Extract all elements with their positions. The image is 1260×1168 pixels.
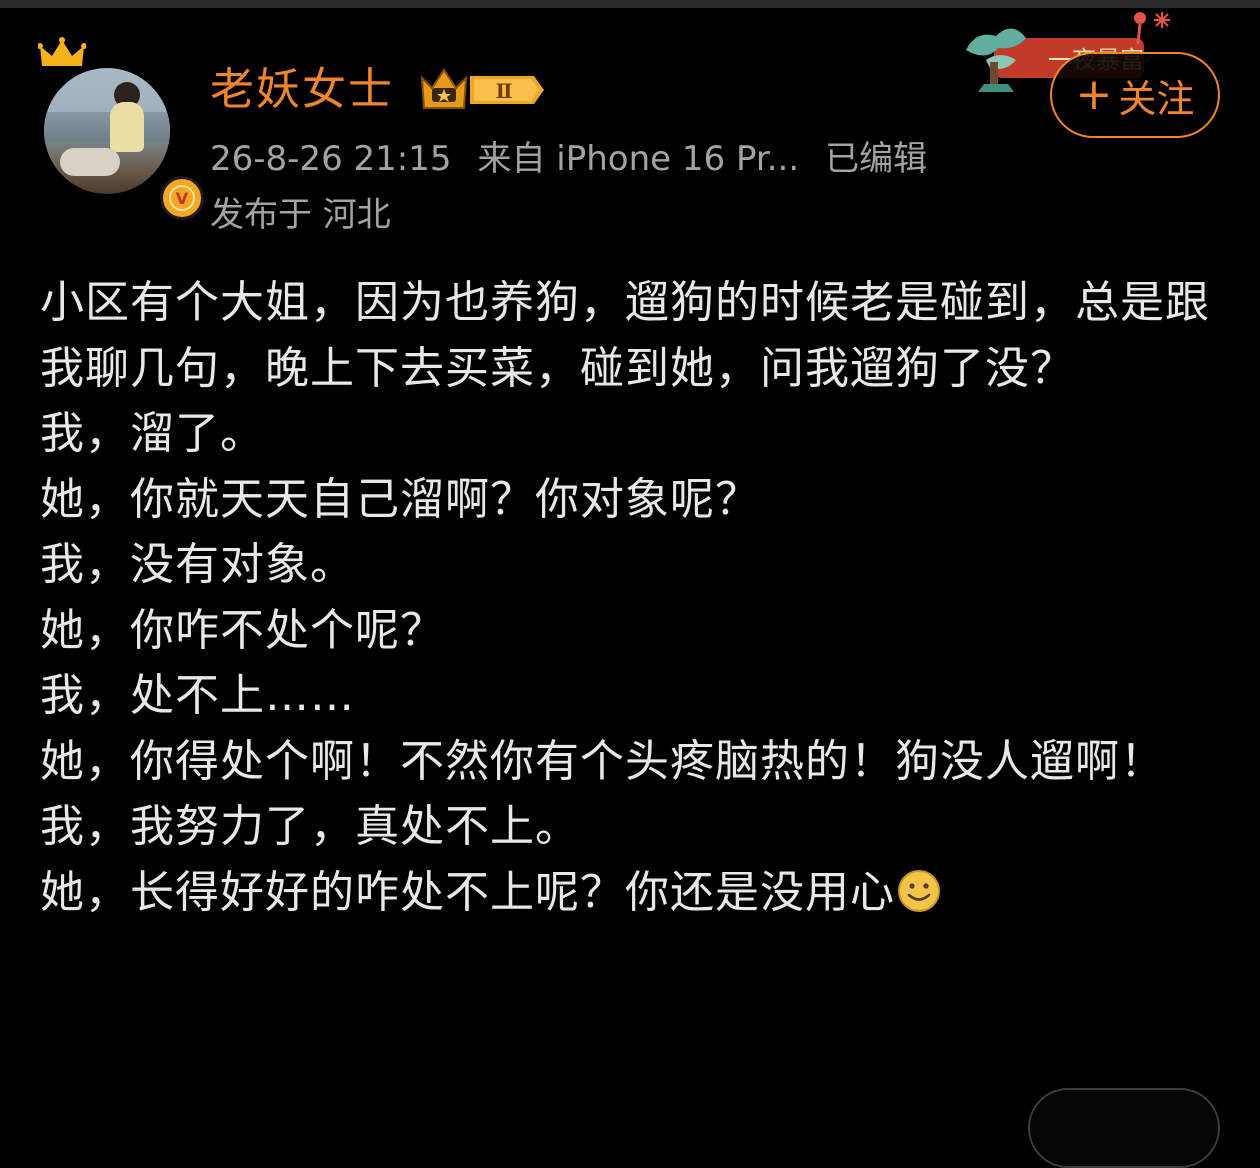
avatar[interactable] [44, 68, 170, 194]
post-line: 我，溜了。 [40, 408, 265, 459]
post-line: 我，我努力了，真处不上。 [40, 801, 580, 852]
svg-text:V: V [176, 189, 189, 208]
avatar-area[interactable]: V [38, 36, 204, 220]
post-line: 我，没有对象。 [40, 539, 355, 590]
post-line: 她，长得好好的咋处不上呢？你还是没用心 [40, 866, 895, 918]
svg-text:Ⅱ: Ⅱ [496, 79, 513, 103]
level-crown-badge-icon: Ⅱ [420, 68, 544, 109]
crown-icon [38, 37, 86, 66]
top-status-strip [0, 0, 1260, 8]
post-line: 我，处不上…… [40, 670, 355, 721]
post-source: 来自 iPhone 16 Pr... [477, 139, 800, 179]
smiley-emoji [898, 869, 940, 912]
post-meta: 26-8-26 21:15 来自 iPhone 16 Pr... 已编辑 [210, 136, 953, 182]
post-location: 发布于 河北 [210, 195, 391, 235]
follow-button[interactable]: + 关注 [1050, 52, 1220, 138]
post-line: 她，你得处个啊！不然你有个头疼脑热的！狗没人遛啊！ [40, 735, 1165, 787]
plus-icon: + [1075, 69, 1113, 120]
edited-label[interactable]: 已编辑 [825, 139, 927, 179]
username[interactable]: 老妖女士 [210, 58, 394, 122]
bottom-action-button[interactable] [1028, 1088, 1220, 1168]
post-line: 小区有个大姐，因为也养狗，遛狗的时候老是碰到，总是跟我聊几句，晚上下去买菜，碰到… [40, 277, 1210, 394]
post-body: 小区有个大姐，因为也养狗，遛狗的时候老是碰到，总是跟我聊几句，晚上下去买菜，碰到… [40, 270, 1230, 925]
follow-label: 关注 [1118, 76, 1195, 121]
post-line-last: 她，长得好好的咋处不上呢？你还是没用心 [40, 860, 1230, 926]
post-timestamp: 26-8-26 21:15 [210, 139, 452, 179]
verified-badge-icon: V [160, 176, 204, 220]
post-line: 她，你咋不处个呢？ [40, 604, 445, 656]
post-line: 她，你就天天自己溜啊？你对象呢？ [40, 473, 760, 525]
